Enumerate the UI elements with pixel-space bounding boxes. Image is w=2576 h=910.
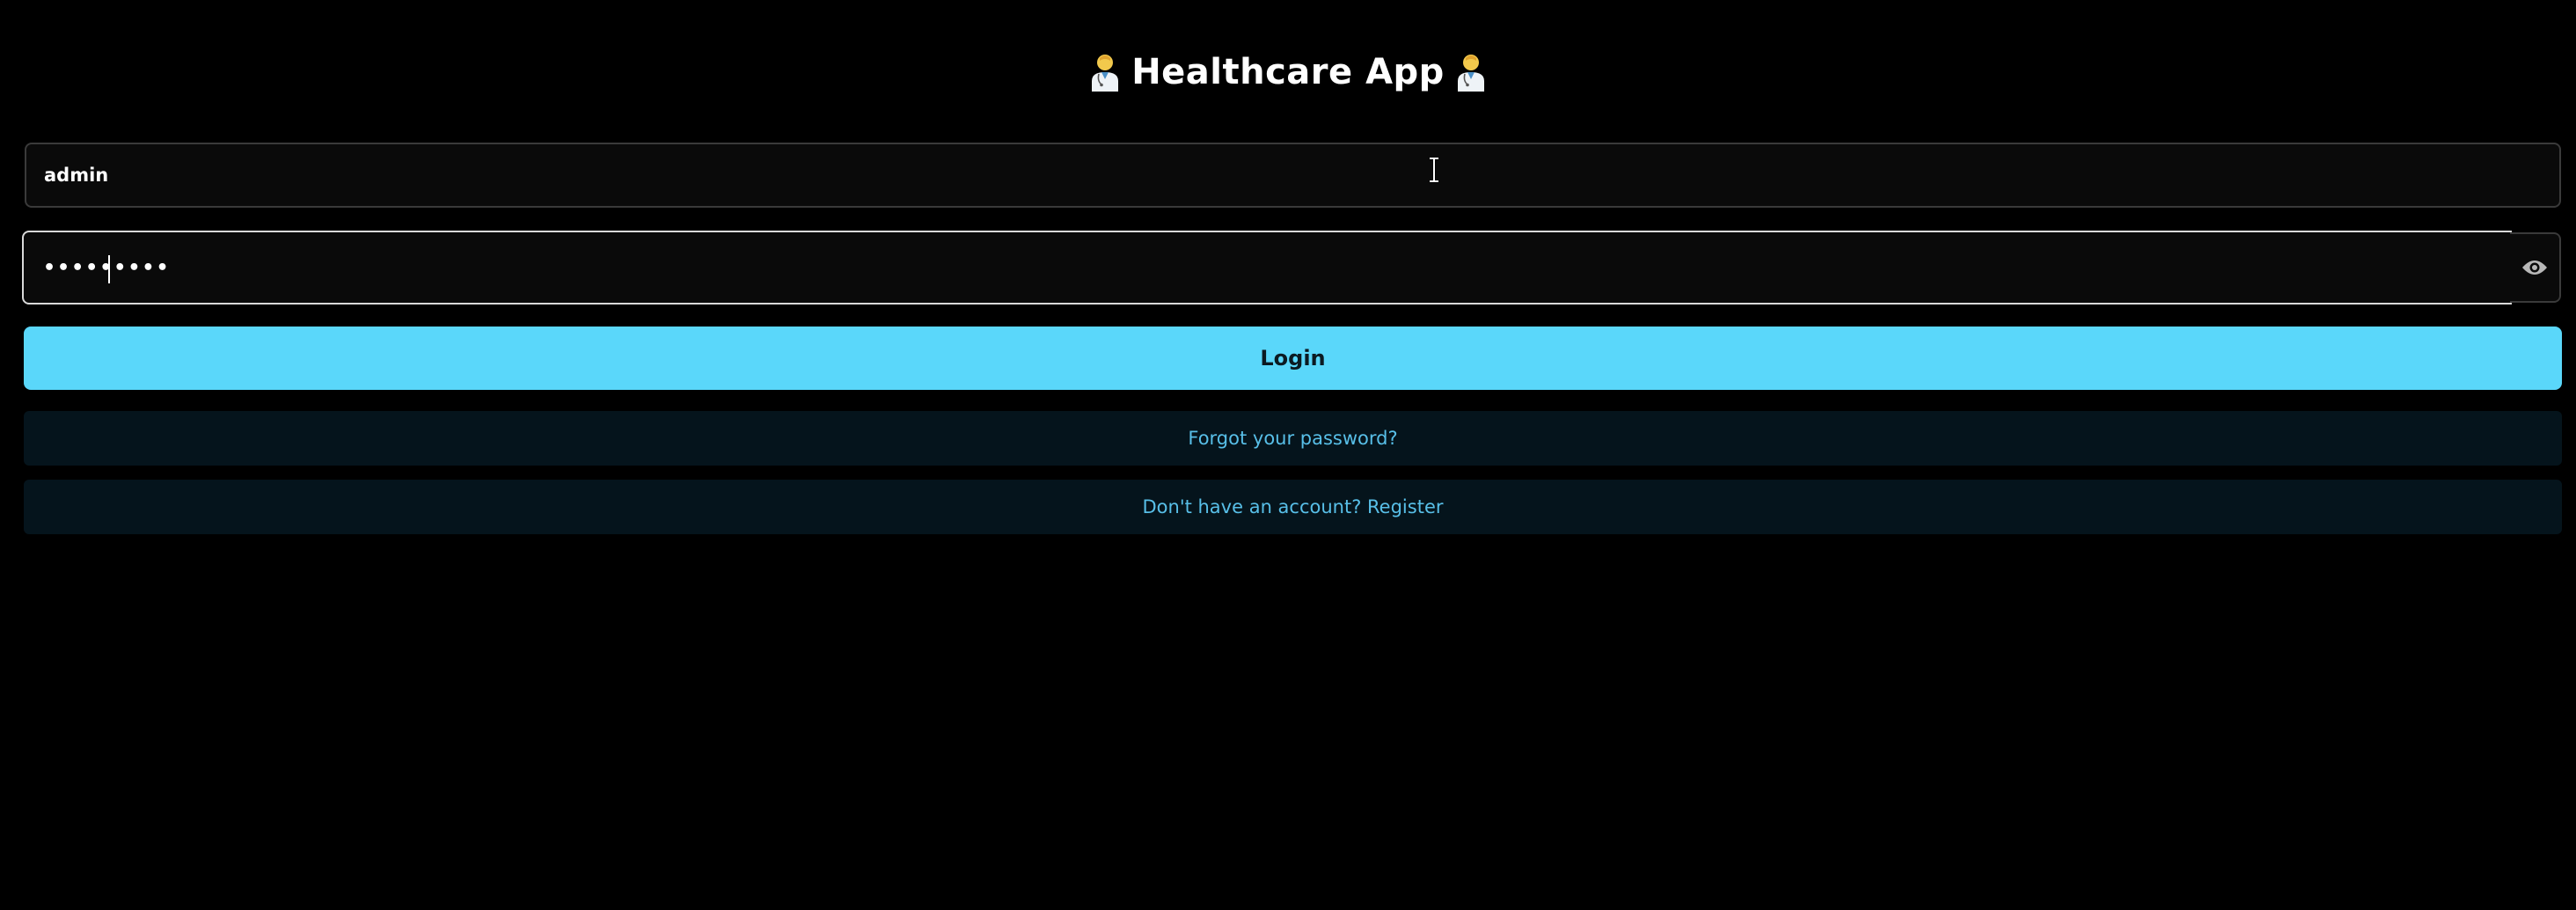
- text-caret: [108, 255, 110, 283]
- forgot-password-link[interactable]: Forgot your password?: [24, 411, 2562, 466]
- doctor-icon: [1092, 55, 1119, 92]
- login-button[interactable]: Login: [24, 327, 2562, 390]
- toggle-password-visibility-button[interactable]: [2510, 232, 2561, 303]
- password-input[interactable]: [43, 232, 2510, 303]
- header: Healthcare App: [0, 46, 2576, 99]
- login-page: Healthcare App Login Forgot your passwor…: [0, 0, 2576, 910]
- page-title: Healthcare App: [1131, 52, 1445, 92]
- text-cursor-icon: [1430, 157, 1438, 183]
- register-link[interactable]: Don't have an account? Register: [24, 480, 2562, 534]
- doctor-icon: [1457, 55, 1484, 92]
- username-field[interactable]: [25, 143, 2561, 208]
- eye-icon: [2522, 261, 2547, 275]
- username-input[interactable]: [44, 144, 2559, 206]
- password-group: [22, 231, 2561, 305]
- password-field[interactable]: [22, 231, 2512, 305]
